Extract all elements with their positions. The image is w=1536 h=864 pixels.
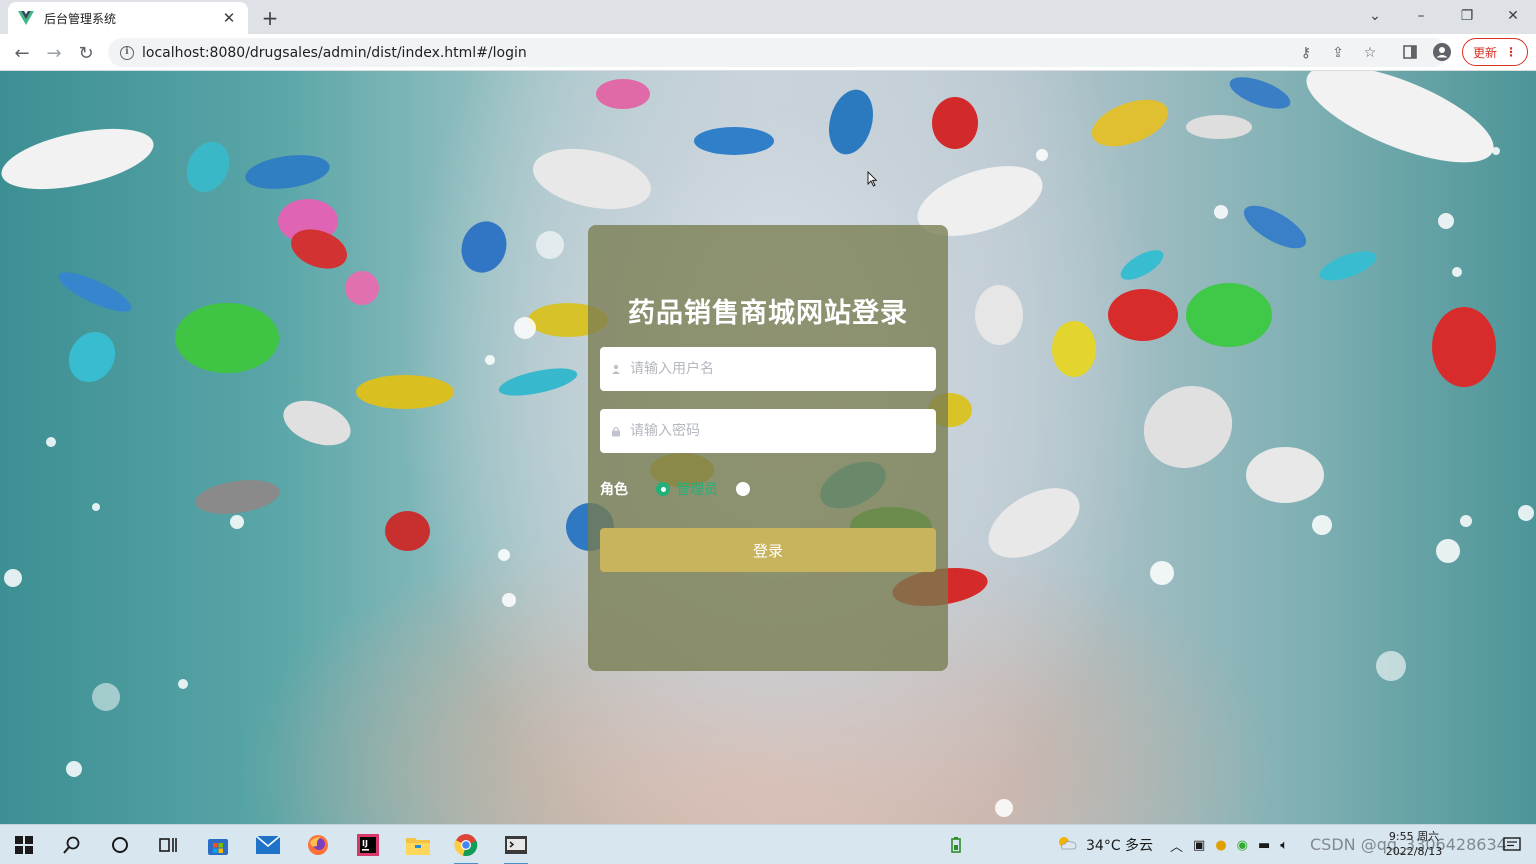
intellij-idea-icon[interactable]: IJ xyxy=(352,829,384,861)
weather-widget[interactable]: 34°C 多云 xyxy=(1056,825,1153,864)
login-title: 药品销售商城网站登录 xyxy=(628,298,908,329)
close-tab-icon[interactable]: ✕ xyxy=(220,9,238,27)
cortana-icon[interactable] xyxy=(104,829,136,861)
chrome-icon[interactable] xyxy=(450,829,482,864)
update-label: 更新 xyxy=(1473,45,1498,60)
tray-sync-icon[interactable]: ◉ xyxy=(1237,838,1248,853)
site-info-icon[interactable]: i xyxy=(120,45,134,60)
forward-button[interactable]: → xyxy=(40,39,68,67)
browser-tabstrip: 后台管理系统 ✕ + ⌄ – ❐ ✕ xyxy=(0,0,1536,34)
lock-icon xyxy=(610,425,622,437)
mouse-cursor-icon xyxy=(867,171,877,187)
role-selector: 角色 管理员 xyxy=(600,479,774,499)
reload-button[interactable]: ↻ xyxy=(72,39,100,67)
notification-center-icon[interactable] xyxy=(1496,829,1528,861)
role-option-admin-label[interactable]: 管理员 xyxy=(676,479,718,499)
bookmark-star-icon[interactable]: ☆ xyxy=(1362,45,1378,61)
new-tab-button[interactable]: + xyxy=(258,6,282,30)
microsoft-store-icon[interactable] xyxy=(202,829,234,861)
tab-search-chevron-icon[interactable]: ⌄ xyxy=(1352,0,1398,32)
weather-text: 34°C 多云 xyxy=(1086,838,1154,854)
tab-title: 后台管理系统 xyxy=(44,11,117,26)
file-explorer-icon[interactable] xyxy=(402,829,434,861)
firefox-icon[interactable] xyxy=(302,829,334,861)
share-icon[interactable]: ⇪ xyxy=(1330,45,1346,61)
terminal-app-icon[interactable] xyxy=(500,829,532,864)
windows-taskbar: IJ 34°C 多云 ︿ ▣ ● ◉ ▬ 🔈︎ 9:55 周六 2022/8/1… xyxy=(0,824,1536,864)
key-icon[interactable]: ⚷ xyxy=(1298,45,1314,61)
restore-button[interactable]: ❐ xyxy=(1444,0,1490,32)
tray-battery-icon[interactable]: ▬ xyxy=(1258,838,1270,853)
svg-text:IJ: IJ xyxy=(362,839,368,848)
role-radio-admin[interactable] xyxy=(656,482,670,496)
password-input[interactable] xyxy=(630,423,920,439)
url-text: localhost:8080/drugsales/admin/dist/inde… xyxy=(142,44,527,61)
minimize-button[interactable]: – xyxy=(1398,0,1444,32)
username-input[interactable] xyxy=(630,361,920,377)
role-label: 角色 xyxy=(600,482,628,498)
volume-icon[interactable]: 🔈︎ xyxy=(1280,838,1288,853)
mail-icon[interactable] xyxy=(252,829,284,861)
browser-toolbar: ← → ↻ i localhost:8080/drugsales/admin/d… xyxy=(0,34,1536,71)
search-icon[interactable] xyxy=(56,829,88,861)
browser-tab[interactable]: 后台管理系统 ✕ xyxy=(8,2,248,34)
update-button[interactable]: 更新 ⋮ xyxy=(1462,38,1528,66)
battery-saver-icon[interactable] xyxy=(940,829,972,861)
username-field[interactable] xyxy=(600,347,936,391)
login-button[interactable]: 登录 xyxy=(600,528,936,572)
more-menu-icon[interactable]: ⋮ xyxy=(1505,45,1517,59)
vue-logo-icon xyxy=(18,10,34,26)
profile-avatar-icon[interactable] xyxy=(1432,42,1452,62)
back-button[interactable]: ← xyxy=(8,39,36,67)
login-page: 药品销售商城网站登录 角色 管理员 登录 xyxy=(0,71,1536,824)
side-panel-icon[interactable] xyxy=(1400,42,1420,62)
close-window-button[interactable]: ✕ xyxy=(1490,0,1536,32)
windows-start-icon[interactable] xyxy=(8,829,40,861)
role-radio-2[interactable] xyxy=(736,482,750,496)
password-field[interactable] xyxy=(600,409,936,453)
weather-cloud-icon xyxy=(1056,836,1078,854)
task-view-icon[interactable] xyxy=(152,829,184,861)
tray-expand-icon[interactable]: ︿ xyxy=(1170,836,1183,855)
system-tray: ︿ ▣ ● ◉ ▬ 🔈︎ xyxy=(1170,825,1288,864)
login-card: 药品销售商城网站登录 角色 管理员 登录 xyxy=(588,225,948,671)
csdn-watermark: CSDN @qq_3306428634 xyxy=(1310,835,1507,854)
user-icon xyxy=(610,363,622,375)
qq-penguin-icon[interactable]: ● xyxy=(1215,838,1226,853)
address-bar[interactable]: i localhost:8080/drugsales/admin/dist/in… xyxy=(108,38,1448,67)
tray-app-icon[interactable]: ▣ xyxy=(1193,838,1205,853)
